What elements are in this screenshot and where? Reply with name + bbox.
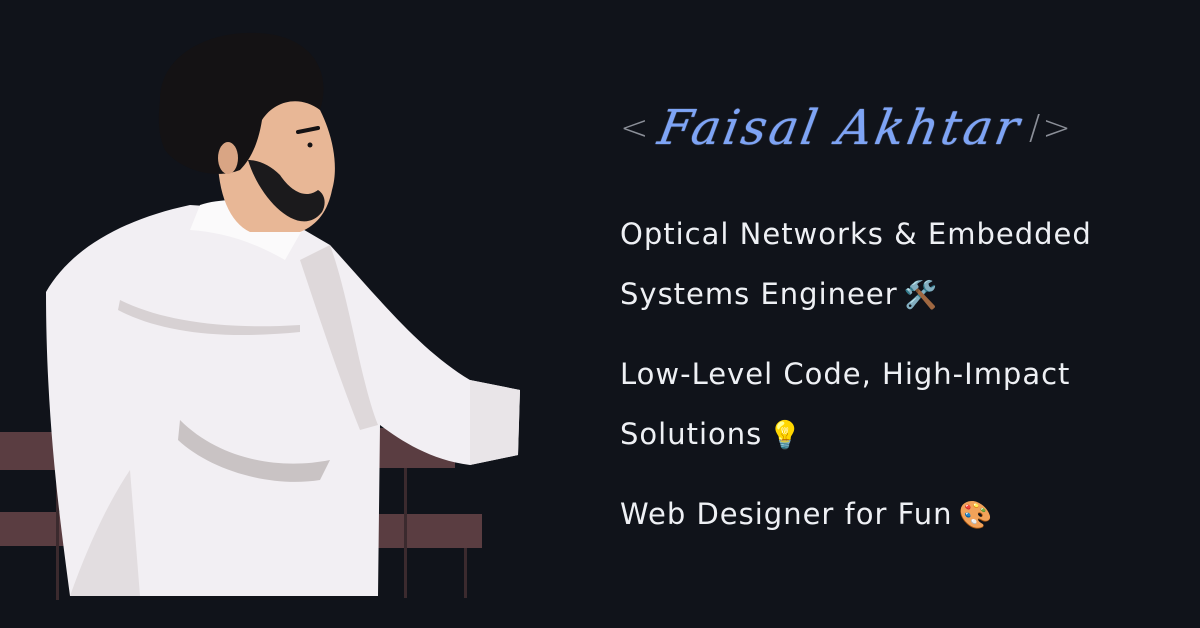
close-bracket: /> [1028,108,1073,148]
head [158,32,335,232]
tagline-text-cont: Systems Engineer 🛠️ [620,277,939,311]
open-bracket: < [620,108,651,148]
signature-name: Faisal Akhtar [653,100,1026,156]
portrait-illustration [0,32,520,600]
tagline-text-cont: Solutions 💡 [620,417,803,451]
tagline-designer: Web Designer for Fun 🎨 [620,484,993,546]
tagline-engineer: Optical Networks & Embedded Systems Engi… [620,204,1092,326]
tagline-text: Low-Level Code, High-Impact [620,357,1071,391]
tagline-code: Low-Level Code, High-Impact Solutions 💡 [620,344,1070,466]
tagline-text: Optical Networks & Embedded [620,217,1092,251]
palette-icon: 🎨 [958,500,994,531]
name-header: < Faisal Akhtar /> [620,88,1073,168]
tools-icon: 🛠️ [903,280,939,311]
tagline-text-cont: Web Designer for Fun 🎨 [620,497,994,531]
lightbulb-icon: 💡 [768,420,803,451]
